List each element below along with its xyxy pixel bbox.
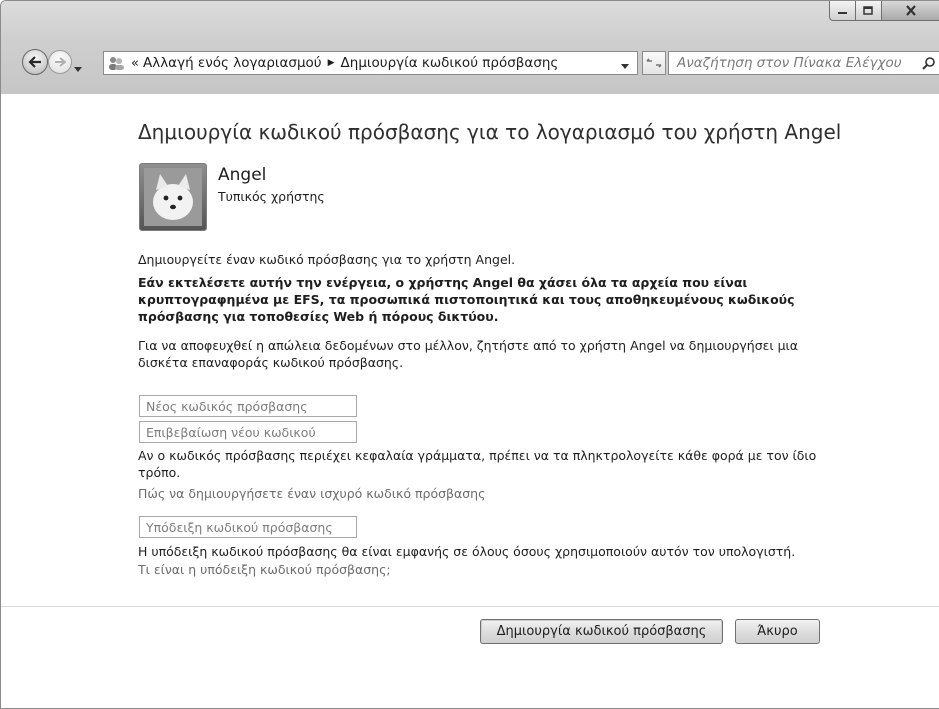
close-button[interactable] bbox=[882, 1, 939, 21]
close-icon bbox=[905, 5, 916, 16]
recent-pages-dropdown[interactable] bbox=[74, 58, 82, 77]
caption-buttons bbox=[829, 1, 939, 21]
address-bar[interactable]: « Αλλαγή ενός λογαριασμού ▶ Δημιουργία κ… bbox=[103, 51, 638, 75]
search-box[interactable]: Αναζήτηση στον Πίνακα Ελέγχου bbox=[668, 51, 939, 75]
control-panel-window: « Αλλαγή ενός λογαριασμού ▶ Δημιουργία κ… bbox=[0, 0, 939, 709]
case-sensitivity-note: Αν ο κωδικός πρόσβασης περιέχει κεφαλαία… bbox=[138, 448, 817, 480]
confirm-password-field[interactable] bbox=[139, 421, 357, 443]
strong-password-link[interactable]: Πώς να δημιουργήσετε έναν ισχυρό κωδικό … bbox=[138, 486, 485, 501]
user-name: Angel bbox=[218, 165, 267, 185]
refresh-button[interactable] bbox=[642, 51, 666, 75]
maximize-icon bbox=[863, 5, 873, 15]
search-placeholder: Αναζήτηση στον Πίνακα Ελέγχου bbox=[677, 55, 902, 71]
intro-text: Δημιουργείτε έναν κωδικό πρόσβασης για τ… bbox=[138, 252, 516, 267]
refresh-icon bbox=[646, 58, 662, 68]
password-reset-advice: Για να αποφευχθεί η απώλεια δεδομένων στ… bbox=[138, 338, 799, 370]
password-hint-link[interactable]: Τι είναι η υπόδειξη κωδικού πρόσβασης; bbox=[138, 562, 391, 577]
password-hint-field[interactable] bbox=[139, 516, 357, 538]
chevron-down-icon bbox=[74, 67, 82, 72]
footer-divider bbox=[1, 606, 939, 607]
dog-picture-icon bbox=[144, 168, 202, 226]
navigation-bar: « Αλλαγή ενός λογαριασμού ▶ Δημιουργία κ… bbox=[1, 45, 939, 79]
efs-warning-text: Εάν εκτελέσετε αυτήν την ενέργεια, ο χρή… bbox=[138, 275, 795, 324]
window-chrome: « Αλλαγή ενός λογαριασμού ▶ Δημιουργία κ… bbox=[1, 1, 939, 94]
user-account-type: Τυπικός χρήστης bbox=[218, 189, 325, 204]
back-button[interactable] bbox=[22, 49, 48, 75]
breadcrumb-overflow-chevron[interactable]: « bbox=[131, 56, 139, 71]
user-accounts-icon bbox=[109, 57, 124, 70]
breadcrumb-item-change-account[interactable]: Αλλαγή ενός λογαριασμού bbox=[143, 55, 322, 71]
search-icon[interactable] bbox=[922, 56, 936, 70]
minimize-button[interactable] bbox=[829, 1, 856, 21]
hint-visibility-note: Η υπόδειξη κωδικού πρόσβασης θα είναι εμ… bbox=[138, 544, 796, 559]
page-title: Δημιουργία κωδικού πρόσβασης για το λογα… bbox=[138, 120, 842, 144]
maximize-button[interactable] bbox=[856, 1, 882, 21]
forward-button[interactable] bbox=[48, 50, 72, 74]
chevron-down-icon bbox=[621, 64, 629, 69]
breadcrumb-item-create-password[interactable]: Δημιουργία κωδικού πρόσβασης bbox=[341, 55, 559, 71]
new-password-field[interactable] bbox=[139, 395, 357, 417]
breadcrumb-separator-icon[interactable]: ▶ bbox=[328, 58, 335, 68]
cancel-button[interactable]: Άκυρο bbox=[735, 619, 820, 644]
avatar bbox=[139, 163, 207, 231]
forward-arrow-icon bbox=[55, 57, 66, 67]
create-password-button[interactable]: Δημιουργία κωδικού πρόσβασης bbox=[480, 619, 723, 644]
minimize-icon bbox=[837, 11, 847, 14]
address-history-dropdown[interactable] bbox=[621, 58, 629, 74]
main-content: Δημιουργία κωδικού πρόσβασης για το λογα… bbox=[1, 94, 939, 708]
back-arrow-icon bbox=[28, 56, 41, 68]
